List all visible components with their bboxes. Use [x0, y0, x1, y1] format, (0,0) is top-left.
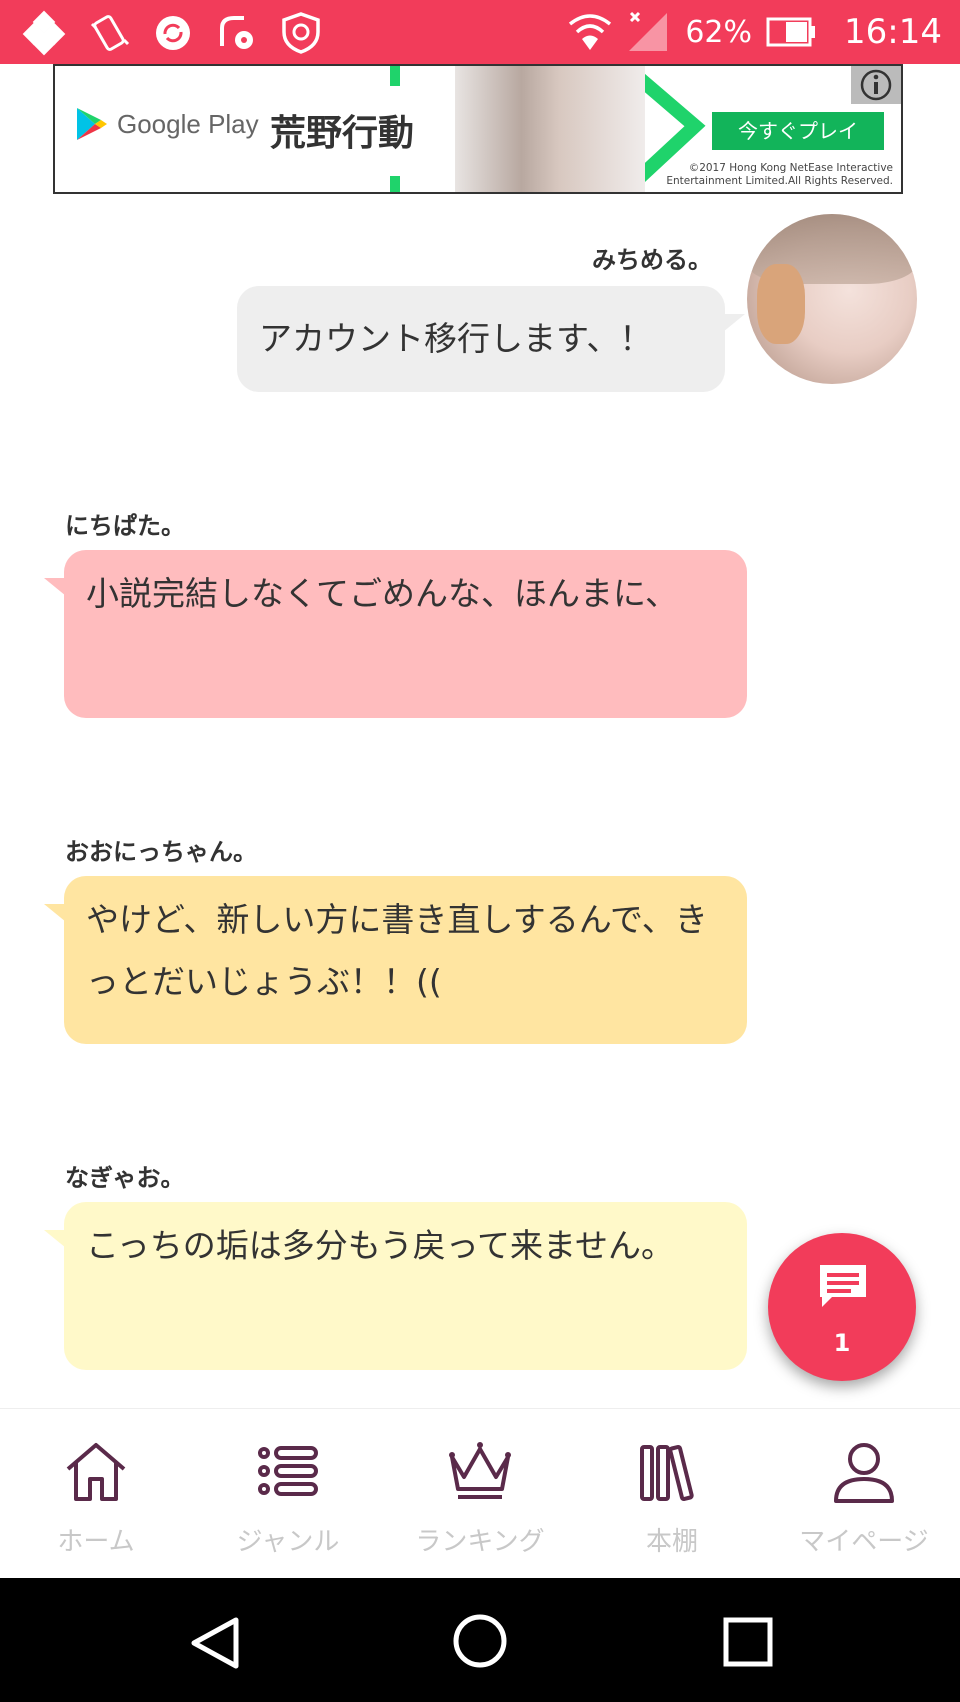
message-bubble: 小説完結しなくてごめんな、ほんまに、 [44, 550, 747, 718]
nav-ranking[interactable]: ランキング [384, 1409, 576, 1579]
message-author: なぎゃお。 [65, 1164, 185, 1192]
battery-icon [766, 17, 816, 47]
ad-info-icon[interactable] [851, 66, 901, 104]
nav-home[interactable]: ホーム [0, 1409, 192, 1579]
ad-cta-button[interactable]: 今すぐプレイ [712, 112, 884, 150]
bookshelf-icon [640, 1444, 694, 1502]
vibrate-icon [90, 15, 130, 51]
status-bar: 62% 16:14 [0, 0, 960, 64]
message-bubble: アカウント移行します、！ [237, 286, 745, 392]
user-icon [834, 1443, 894, 1503]
google-play-label: Google Play [117, 108, 259, 139]
google-play-logo: Google Play [75, 106, 259, 142]
home-icon [66, 1443, 126, 1501]
comment-fab[interactable]: 1 [768, 1233, 916, 1381]
message-bubble: やけど、新しい方に書き直しするんで、きっとだいじょうぶ！！(( [44, 876, 747, 1044]
signal-icon [629, 11, 668, 51]
message-bubble: こっちの垢は多分もう戻って来ません。 [44, 1202, 747, 1370]
nav-bookshelf[interactable]: 本棚 [576, 1409, 768, 1579]
app-icon [22, 10, 66, 56]
settings-icon [220, 16, 253, 49]
google-play-icon [77, 108, 107, 140]
nav-genre[interactable]: ジャンル [192, 1409, 384, 1579]
message-author: おおにっちゃん。 [65, 838, 257, 866]
chat-icon [820, 1265, 866, 1307]
avatar[interactable] [747, 214, 917, 384]
shield-icon [282, 12, 320, 54]
back-icon[interactable] [186, 1616, 246, 1670]
list-icon [258, 1446, 318, 1496]
comment-count-badge: 1 [833, 1329, 851, 1357]
system-nav-bar [0, 1578, 960, 1702]
ad-banner[interactable]: Google Play 荒野行動 今すぐプレイ ©2017 Hong Kong … [53, 64, 903, 194]
home-circle-icon[interactable] [451, 1612, 509, 1670]
nav-mypage[interactable]: マイページ [768, 1409, 960, 1579]
crown-icon [449, 1442, 511, 1499]
message-author: みちめる。 [592, 246, 712, 274]
message-author: にちぱた。 [65, 512, 185, 540]
ad-copyright: ©2017 Hong Kong NetEase Interactive Ente… [666, 162, 893, 187]
ad-image [455, 66, 645, 192]
sync-icon [156, 16, 190, 50]
wifi-icon [569, 14, 612, 50]
recents-icon[interactable] [722, 1616, 774, 1668]
bottom-nav: ホーム ジャンル ランキング 本棚 マイページ [0, 1408, 960, 1579]
clock: 16:14 [844, 12, 942, 52]
battery-percent: 62% [685, 14, 753, 50]
